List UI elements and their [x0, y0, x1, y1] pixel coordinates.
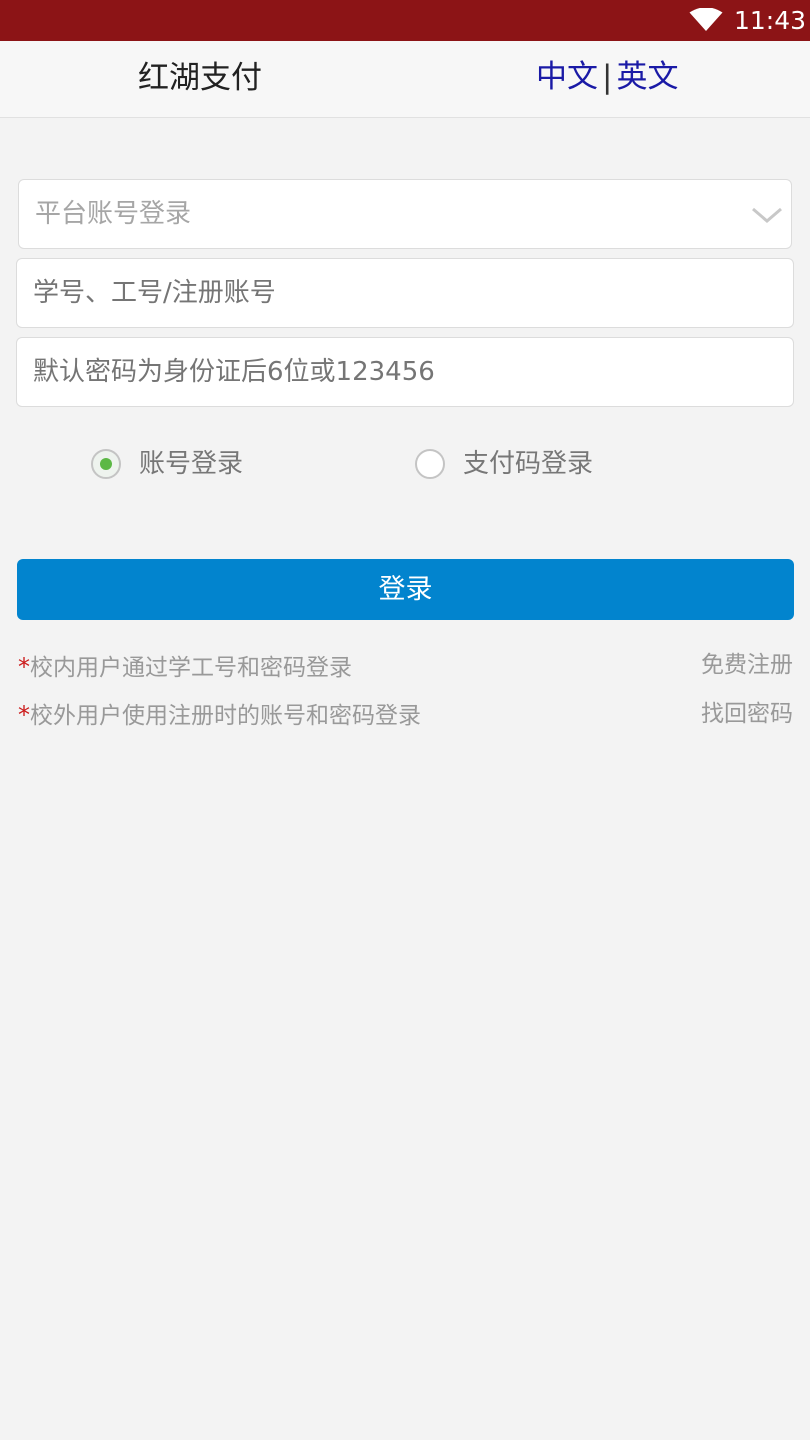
note-campus-users: *校内用户通过学工号和密码登录 [18, 652, 352, 683]
language-chinese-link[interactable]: 中文 [536, 59, 598, 95]
radio-account-login[interactable]: 账号登录 [91, 440, 261, 490]
login-type-select[interactable]: 平台账号登录 [18, 179, 792, 249]
login-mode-radio-group: 账号登录 支付码登录 [0, 440, 810, 490]
radio-checked-icon [91, 449, 121, 479]
required-marker: * [18, 653, 30, 681]
password-field[interactable] [16, 337, 794, 407]
radio-paycode-login-label: 支付码登录 [463, 449, 594, 479]
language-separator: | [602, 59, 613, 95]
app-title: 红湖支付 [138, 60, 262, 96]
language-english-link[interactable]: 英文 [616, 59, 678, 95]
register-link[interactable]: 免费注册 [701, 650, 793, 680]
note-external-users: *校外用户使用注册时的账号和密码登录 [18, 700, 421, 731]
recover-password-link[interactable]: 找回密码 [701, 699, 793, 729]
wifi-icon [689, 8, 723, 31]
password-input[interactable] [33, 338, 733, 406]
radio-dot [100, 458, 112, 470]
status-time: 11:43 [734, 6, 807, 35]
chevron-down-icon [752, 207, 782, 223]
note-campus-users-text: 校内用户通过学工号和密码登录 [30, 655, 352, 681]
note-external-users-text: 校外用户使用注册时的账号和密码登录 [30, 703, 421, 729]
login-type-selected-value: 平台账号登录 [35, 199, 192, 229]
login-button[interactable]: 登录 [17, 559, 794, 620]
radio-unchecked-icon [415, 449, 445, 479]
app-header: 红湖支付 中文 | 英文 [0, 41, 810, 118]
radio-account-login-label: 账号登录 [139, 449, 244, 479]
required-marker: * [18, 701, 30, 729]
radio-paycode-login[interactable]: 支付码登录 [415, 440, 615, 490]
language-switcher: 中文 | 英文 [536, 57, 678, 97]
account-field[interactable] [16, 258, 794, 328]
account-input[interactable] [33, 259, 733, 327]
status-bar: 11:43 [0, 0, 810, 41]
